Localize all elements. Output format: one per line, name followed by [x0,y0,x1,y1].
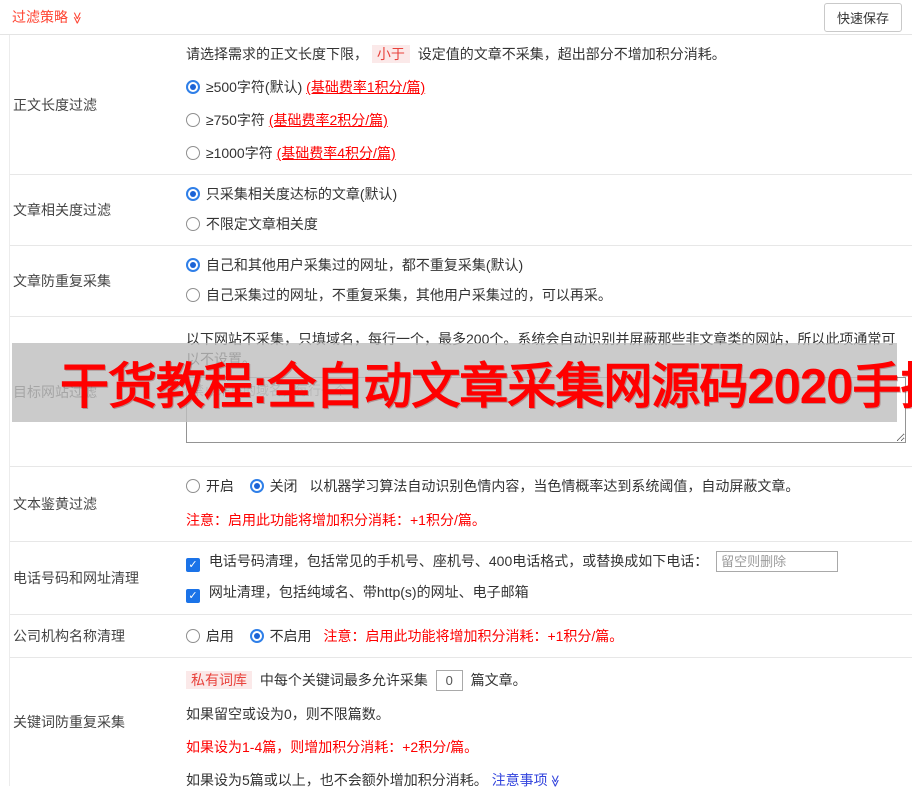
keyword-limit-line: 私有词库 中每个关键词最多允许采集 篇文章。 [186,670,904,691]
row-dedup-collect: 文章防重复采集 自己和其他用户采集过的网址，都不重复采集(默认) 自己采集过的网… [10,246,912,317]
row-porn-filter: 文本鉴黄过滤 开启 关闭 以机器学习算法自动识别色情内容，当色情概率达到系统阈值… [10,467,912,542]
fee-note: (基础费率1积分/篇) [306,79,425,95]
chevron-double-down-icon: ≫ [70,12,84,25]
chevron-double-down-icon: ≫ [545,775,565,788]
checkbox-label: 网址清理，包括纯域名、带http(s)的网址、电子邮箱 [209,584,529,600]
row-label: 文章防重复采集 [10,246,183,316]
relevance-option-strict: 只采集相关度达标的文章(默认) [186,184,904,204]
keyword-note-unlimited: 如果留空或设为0，则不限篇数。 [186,704,904,724]
radio-relevance-strict[interactable] [186,187,200,201]
less-than-badge: 小于 [372,45,410,63]
row-relevance-filter: 文章相关度过滤 只采集相关度达标的文章(默认) 不限定文章相关度 [10,175,912,246]
keyword-limit-text: 中每个关键词最多允许采集 [260,672,428,688]
url-clean-line: 网址清理，包括纯域名、带http(s)的网址、电子邮箱 [186,582,904,603]
radio-dedup-self-only[interactable] [186,288,200,302]
radio-label: 不限定文章相关度 [206,216,318,232]
header-bar: 过滤策略≫ 快速保存 [0,0,912,35]
row-content-length-filter: 正文长度过滤 请选择需求的正文长度下限， 小于 设定值的文章不采集，超出部分不增… [10,35,912,175]
porn-filter-note: 注意：启用此功能将增加积分消耗：+1积分/篇。 [186,510,904,530]
row-label: 电话号码和网址清理 [10,542,183,614]
company-clean-options: 启用 不启用 注意：启用此功能将增加积分消耗：+1积分/篇。 [186,626,904,646]
fee-note: (基础费率4积分/篇) [277,145,396,161]
radio-label: ≥1000字符 [206,145,273,161]
radio-label: 开启 [206,478,234,494]
row-company-name-clean: 公司机构名称清理 启用 不启用 注意：启用此功能将增加积分消耗：+1积分/篇。 [10,615,912,658]
private-thesaurus-badge: 私有词库 [186,671,252,689]
radio-label: ≥500字符(默认) [206,79,302,95]
row-phone-url-clean: 电话号码和网址清理 电话号码清理，包括常见的手机号、座机号、400电话格式，或替… [10,542,912,615]
radio-porn-filter-on[interactable] [186,479,200,493]
dedup-option-self-only: 自己采集过的网址，不重复采集，其他用户采集过的，可以再采。 [186,285,904,305]
keyword-limit-suffix: 篇文章。 [471,672,527,688]
settings-table: 正文长度过滤 请选择需求的正文长度下限， 小于 设定值的文章不采集，超出部分不增… [9,35,912,786]
checkbox-label: 电话号码清理，包括常见的手机号、座机号、400电话格式，或替换成如下电话： [209,553,708,569]
radio-label: 自己采集过的网址，不重复采集，其他用户采集过的，可以再采。 [206,287,612,303]
row-keyword-dedup: 关键词防重复采集 私有词库 中每个关键词最多允许采集 篇文章。 如果留空或设为0… [10,658,912,786]
row-label: 文章相关度过滤 [10,175,183,245]
radio-relevance-any[interactable] [186,217,200,231]
blocked-domains-textarea[interactable] [186,377,906,443]
length-option-1000: ≥1000字符 (基础费率4积分/篇) [186,143,904,163]
keyword-note-cost: 如果设为1-4篇，则增加积分消耗：+2积分/篇。 [186,737,904,757]
keyword-note-five-plus: 如果设为5篇或以上，也不会额外增加积分消耗。 注意事项≫ [186,770,904,791]
row-label: 文本鉴黄过滤 [10,467,183,541]
intro-prefix: 请选择需求的正文长度下限， [186,46,368,62]
radio-label: 启用 [206,628,234,644]
note-text: 如果设为5篇或以上，也不会额外增加积分消耗。 [186,772,488,788]
dedup-option-all-users: 自己和其他用户采集过的网址，都不重复采集(默认) [186,255,904,275]
radio-dedup-all-users[interactable] [186,258,200,272]
phone-clean-line: 电话号码清理，包括常见的手机号、座机号、400电话格式，或替换成如下电话： [186,551,904,572]
quick-save-button[interactable]: 快速保存 [824,3,902,32]
row-label: 正文长度过滤 [10,35,183,174]
radio-company-clean-off[interactable] [250,629,264,643]
page-title: 过滤策略 [12,9,68,25]
length-option-500: ≥500字符(默认) (基础费率1积分/篇) [186,77,904,97]
radio-porn-filter-off[interactable] [250,479,264,493]
radio-label: 不启用 [270,628,312,644]
porn-filter-desc: 以机器学习算法自动识别色情内容，当色情概率达到系统阈值，自动屏蔽文章。 [309,478,799,494]
length-filter-intro: 请选择需求的正文长度下限， 小于 设定值的文章不采集，超出部分不增加积分消耗。 [186,44,904,64]
radio-label: 自己和其他用户采集过的网址，都不重复采集(默认) [206,257,523,273]
radio-company-clean-on[interactable] [186,629,200,643]
radio-750-chars[interactable] [186,113,200,127]
radio-500-chars[interactable] [186,80,200,94]
phone-clean-checkbox[interactable] [186,558,200,572]
length-option-750: ≥750字符 (基础费率2积分/篇) [186,110,904,130]
notice-link-label: 注意事项 [492,772,548,788]
radio-label: 关闭 [270,478,298,494]
filter-strategy-toggle[interactable]: 过滤策略≫ [12,7,84,27]
replacement-phone-input[interactable] [716,551,838,572]
porn-filter-options: 开启 关闭 以机器学习算法自动识别色情内容，当色情概率达到系统阈值，自动屏蔽文章… [186,476,904,496]
relevance-option-any: 不限定文章相关度 [186,214,904,234]
row-label: 关键词防重复采集 [10,658,183,786]
radio-label: ≥750字符 [206,112,265,128]
fee-note: (基础费率2积分/篇) [269,112,388,128]
row-label: 目标网站过滤 [10,317,183,466]
intro-suffix: 设定值的文章不采集，超出部分不增加积分消耗。 [418,46,726,62]
radio-label: 只采集相关度达标的文章(默认) [206,186,397,202]
keyword-limit-input[interactable] [436,670,463,691]
target-site-desc: 以下网站不采集，只填域名，每行一个，最多200个。系统会自动识别并屏蔽那些非文章… [186,329,903,369]
radio-1000-chars[interactable] [186,146,200,160]
row-target-site-filter: 目标网站过滤 以下网站不采集，只填域名，每行一个，最多200个。系统会自动识别并… [10,317,912,467]
company-clean-note: 注意：启用此功能将增加积分消耗：+1积分/篇。 [323,628,623,644]
notice-link[interactable]: 注意事项≫ [492,772,562,788]
url-clean-checkbox[interactable] [186,589,200,603]
row-label: 公司机构名称清理 [10,615,183,657]
